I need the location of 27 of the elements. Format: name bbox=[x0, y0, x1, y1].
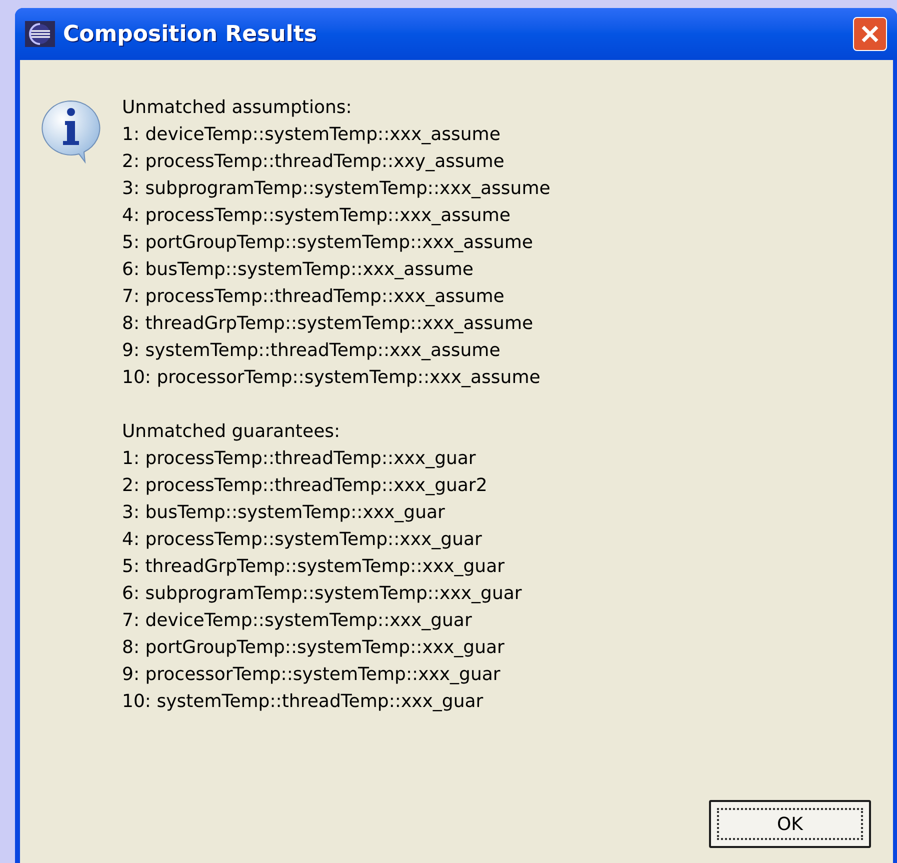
message-line: 8: threadGrpTemp::systemTemp::xxx_assume bbox=[122, 312, 534, 336]
message-line: 1: deviceTemp::systemTemp::xxx_assume bbox=[122, 123, 502, 147]
message-line: 10: systemTemp::threadTemp::xxx_guar bbox=[122, 690, 484, 714]
message-line: 9: processorTemp::systemTemp::xxx_guar bbox=[122, 663, 502, 687]
message-heading: Unmatched assumptions: bbox=[122, 96, 353, 120]
message-line: 5: portGroupTemp::systemTemp::xxx_assume bbox=[122, 231, 534, 255]
close-icon bbox=[860, 24, 880, 44]
message-line: 1: processTemp::threadTemp::xxx_guar bbox=[122, 447, 477, 471]
message-heading: Unmatched guarantees: bbox=[122, 420, 342, 444]
message-line: 2: processTemp::threadTemp::xxx_guar2 bbox=[122, 474, 488, 498]
message-line: 3: subprogramTemp::systemTemp::xxx_assume bbox=[122, 177, 550, 201]
close-button[interactable] bbox=[853, 17, 887, 51]
message-line: 3: busTemp::systemTemp::xxx_guar bbox=[122, 501, 446, 525]
ok-button[interactable]: OK bbox=[709, 800, 871, 848]
message-line: 4: processTemp::systemTemp::xxx_assume bbox=[122, 204, 512, 228]
message-line: 5: threadGrpTemp::systemTemp::xxx_guar bbox=[122, 555, 506, 579]
message-line: 4: processTemp::systemTemp::xxx_guar bbox=[122, 528, 483, 552]
message-line: 6: busTemp::systemTemp::xxx_assume bbox=[122, 258, 474, 282]
message-line: 7: processTemp::threadTemp::xxx_assume bbox=[122, 285, 506, 309]
app-icon bbox=[25, 21, 55, 47]
message-line: 8: portGroupTemp::systemTemp::xxx_guar bbox=[122, 636, 506, 660]
message-line: 9: systemTemp::threadTemp::xxx_assume bbox=[122, 339, 502, 363]
message-line: 6: subprogramTemp::systemTemp::xxx_guar bbox=[122, 582, 523, 606]
message-line: 7: deviceTemp::systemTemp::xxx_guar bbox=[122, 609, 473, 633]
message-line: 2: processTemp::threadTemp::xxy_assume bbox=[122, 150, 506, 174]
window-title: Composition Results bbox=[63, 20, 317, 48]
message-line: 10: processorTemp::systemTemp::xxx_assume bbox=[122, 366, 542, 390]
